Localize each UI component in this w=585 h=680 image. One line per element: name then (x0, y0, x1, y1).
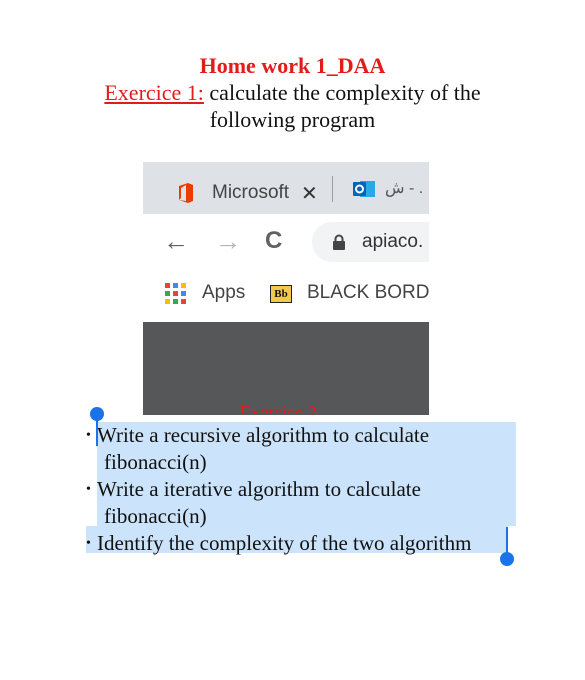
document-title: Home work 1_DAA (199, 53, 386, 78)
exercise-bullet-list[interactable]: • Write a recursive algorithm to calcula… (86, 422, 526, 557)
back-arrow-icon: ← (163, 226, 189, 256)
lock-icon (333, 234, 345, 250)
bookmark-apps: Apps (202, 282, 246, 303)
forward-arrow-icon: → (215, 226, 241, 256)
exercise-1-line: Exercice 1: calculate the complexity of … (0, 80, 585, 106)
bookmarks-bar: Apps Bb BLACK BORD (143, 270, 429, 322)
browser-toolbar: ← → C apiaco. (143, 214, 429, 270)
office-icon (179, 183, 193, 203)
exercise-1-label: Exercice 1: (104, 80, 204, 105)
list-item[interactable]: • Write a recursive algorithm to calcula… (86, 422, 526, 449)
tab2-title: ش - . (385, 180, 424, 197)
selection-start-caret (96, 420, 98, 446)
selection-end-caret (506, 527, 508, 553)
address-bar: apiaco. (312, 222, 429, 262)
list-item-text: Write a iterative algorithm to calculate (97, 477, 421, 501)
tab-separator (332, 176, 333, 202)
outlook-icon (353, 181, 375, 197)
tab-title: Microsoft (212, 182, 290, 203)
embedded-browser-screenshot: Microsoft ✕ ش - . ← → C apiaco. Apps Bb … (143, 162, 429, 415)
list-item-text: Write a recursive algorithm to calculate (97, 423, 430, 447)
list-item[interactable]: • Identify the complexity of the two alg… (86, 530, 526, 557)
url-text: apiaco. (362, 231, 424, 252)
list-item-continuation: fibonacci(n) (104, 504, 207, 528)
exercise-1-text-cont: following program (209, 107, 376, 132)
selection-end-handle[interactable] (500, 552, 514, 566)
reload-icon: C (265, 227, 283, 254)
exercise-2-heading: Exercice 2 (240, 402, 317, 414)
exercise-1-text: calculate the complexity of the (203, 80, 481, 105)
tab-microsoft: Microsoft ✕ (143, 168, 325, 214)
list-item-text: Identify the complexity of the two algor… (97, 531, 472, 555)
blackboard-icon: Bb (270, 285, 292, 303)
close-icon: ✕ (301, 183, 318, 205)
bullet: • (86, 428, 91, 443)
selection-start-handle[interactable] (90, 407, 104, 421)
bookmark-black-bord: BLACK BORD (307, 282, 429, 303)
tab-strip: Microsoft ✕ ش - . (143, 162, 429, 214)
bullet: • (86, 482, 91, 497)
apps-icon (165, 283, 186, 304)
bullet: • (86, 536, 91, 551)
list-item[interactable]: • Write a iterative algorithm to calcula… (86, 476, 526, 503)
list-item-continuation: fibonacci(n) (104, 450, 207, 474)
